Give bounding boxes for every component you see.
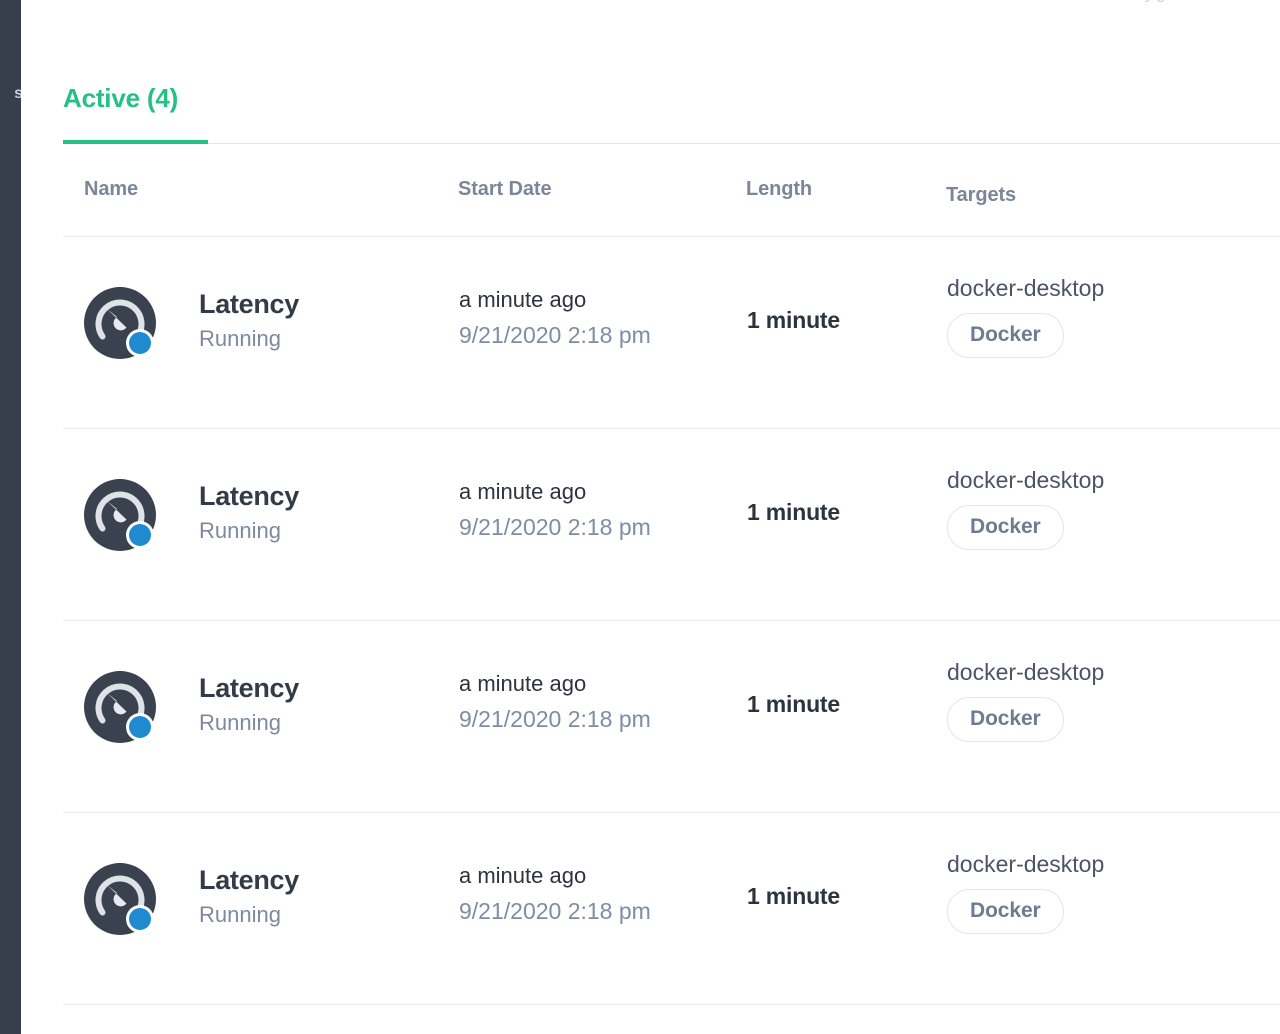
test-icon-cell <box>84 287 156 359</box>
start-date-cell: a minute ago 9/21/2020 2:18 pm <box>459 861 651 927</box>
start-date-absolute: 9/21/2020 2:18 pm <box>459 322 651 348</box>
start-date-relative: a minute ago <box>459 863 587 888</box>
table-row[interactable]: Latency Running a minute ago 9/21/2020 2… <box>63 813 1280 1005</box>
main-content: y g Active (4) Name Start Date Length Ta… <box>21 0 1280 1034</box>
tab-active-label: Active (4) <box>63 83 179 113</box>
targets-cell: docker-desktop Docker <box>947 849 1104 934</box>
length-value: 1 minute <box>747 499 840 525</box>
table-row[interactable]: Latency Running a minute ago 9/21/2020 2… <box>63 429 1280 621</box>
targets-cell: docker-desktop Docker <box>947 273 1104 358</box>
rail-clipped-label: s <box>14 85 21 102</box>
test-status: Running <box>199 518 281 543</box>
target-type-badge[interactable]: Docker <box>947 889 1064 934</box>
running-dot <box>126 713 154 741</box>
test-status: Running <box>199 710 281 735</box>
target-host: docker-desktop <box>947 851 1105 877</box>
start-date-cell: a minute ago 9/21/2020 2:18 pm <box>459 477 651 543</box>
table-row[interactable]: Latency Running a minute ago 9/21/2020 2… <box>63 237 1280 429</box>
column-header-length: Length <box>746 178 813 200</box>
test-name-cell: Latency Running <box>199 287 299 354</box>
column-header-targets: Targets <box>946 184 1017 206</box>
test-status: Running <box>199 902 281 927</box>
start-date-relative: a minute ago <box>459 287 587 312</box>
table-row[interactable]: Latency Running a minute ago 9/21/2020 2… <box>63 621 1280 813</box>
column-header-start-date: Start Date <box>458 178 552 200</box>
length-value: 1 minute <box>747 307 840 333</box>
tab-bar: Active (4) <box>63 78 1280 146</box>
targets-cell: docker-desktop Docker <box>947 657 1104 742</box>
test-name: Latency <box>199 673 299 703</box>
table-header-row: Name Start Date Length Targets <box>63 146 1280 237</box>
gauge-icon <box>84 479 156 551</box>
gauge-icon <box>84 863 156 935</box>
start-date-absolute: 9/21/2020 2:18 pm <box>459 706 651 732</box>
row-divider <box>63 1004 1280 1005</box>
app-root: s y g Active (4) Name Start Date Length <box>0 0 1280 1034</box>
tab-active[interactable]: Active (4) <box>63 78 178 146</box>
gauge-icon <box>84 671 156 743</box>
tests-table: Name Start Date Length Targets Latency R… <box>63 146 1280 1005</box>
tab-active-underline <box>63 140 208 144</box>
target-type-badge[interactable]: Docker <box>947 313 1064 358</box>
test-icon-cell <box>84 479 156 551</box>
length-value: 1 minute <box>747 883 840 909</box>
start-date-relative: a minute ago <box>459 479 587 504</box>
test-icon-cell <box>84 863 156 935</box>
left-nav-rail: s <box>0 0 21 1034</box>
test-name-cell: Latency Running <box>199 863 299 930</box>
running-dot <box>126 329 154 357</box>
column-header-name: Name <box>84 178 139 200</box>
targets-cell: docker-desktop Docker <box>947 465 1104 550</box>
test-name: Latency <box>199 865 299 895</box>
start-date-cell: a minute ago 9/21/2020 2:18 pm <box>459 285 651 351</box>
target-type-badge[interactable]: Docker <box>947 505 1064 550</box>
test-name: Latency <box>199 481 299 511</box>
running-dot <box>126 905 154 933</box>
test-icon-cell <box>84 671 156 743</box>
target-host: docker-desktop <box>947 467 1105 493</box>
length-value: 1 minute <box>747 691 840 717</box>
target-host: docker-desktop <box>947 275 1105 301</box>
target-type-badge[interactable]: Docker <box>947 697 1064 742</box>
gauge-icon <box>84 287 156 359</box>
test-name-cell: Latency Running <box>199 479 299 546</box>
start-date-cell: a minute ago 9/21/2020 2:18 pm <box>459 669 651 735</box>
start-date-absolute: 9/21/2020 2:18 pm <box>459 898 651 924</box>
test-name: Latency <box>199 289 299 319</box>
tab-bar-rule <box>63 143 1280 144</box>
clipped-header-text: y g <box>21 0 1280 3</box>
running-dot <box>126 521 154 549</box>
test-status: Running <box>199 326 281 351</box>
start-date-relative: a minute ago <box>459 671 587 696</box>
start-date-absolute: 9/21/2020 2:18 pm <box>459 514 651 540</box>
test-name-cell: Latency Running <box>199 671 299 738</box>
target-host: docker-desktop <box>947 659 1105 685</box>
